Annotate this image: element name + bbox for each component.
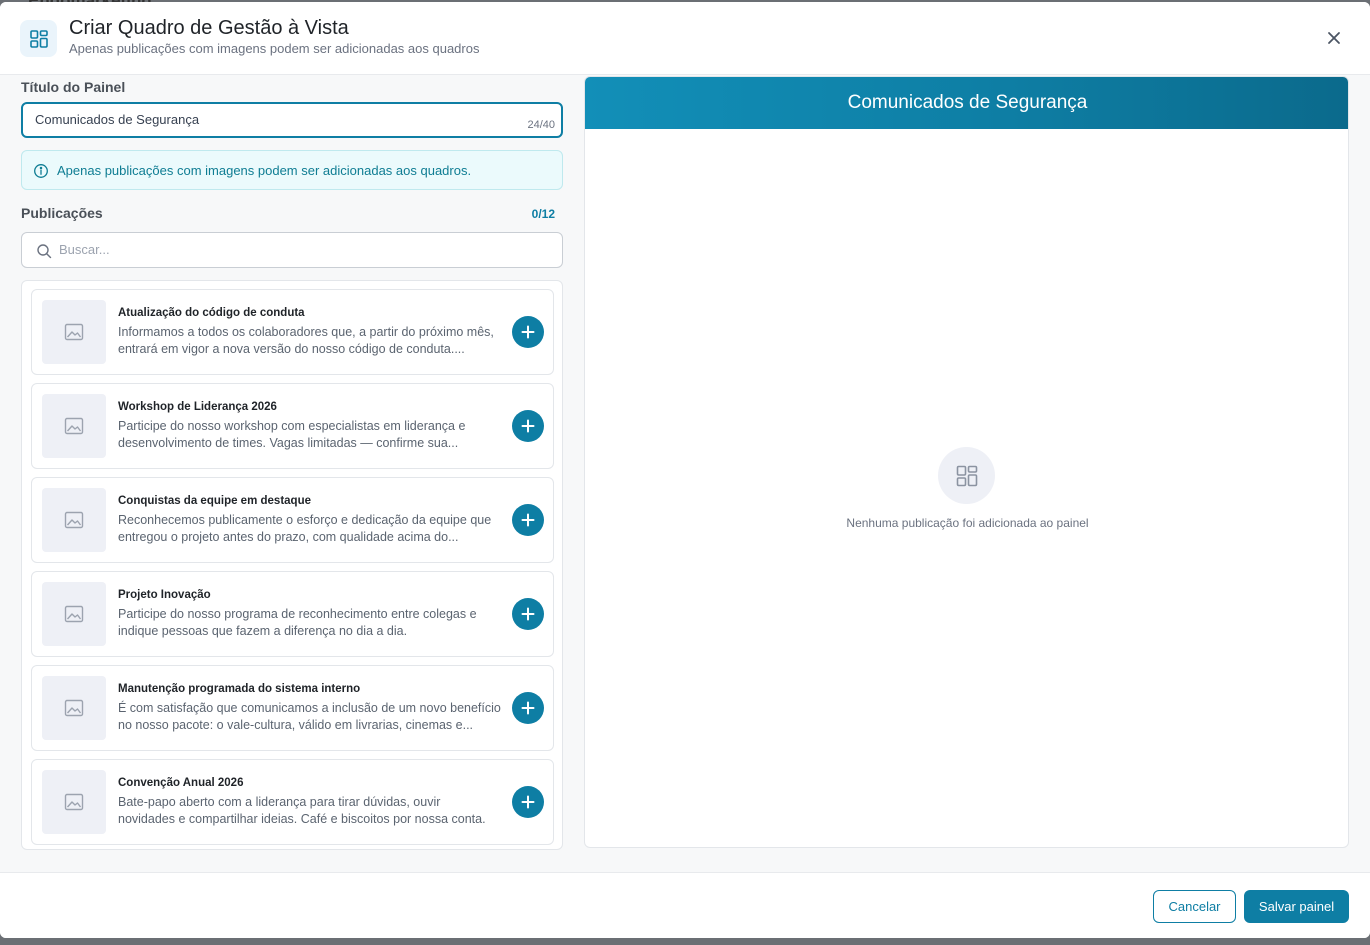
plus-icon [521, 795, 535, 809]
publication-description-line: no nosso pacote: o vale-cultura, válido … [118, 718, 474, 732]
character-counter: 24/40 [527, 119, 555, 131]
publication-card: Conquistas da equipe em destaque Reconhe… [31, 477, 554, 563]
board-title-input[interactable] [35, 112, 505, 127]
empty-state-text: Nenhuma publicação foi adicionada ao pai… [846, 516, 1089, 530]
image-placeholder-icon [42, 300, 106, 364]
plus-icon [521, 325, 535, 339]
add-publication-button[interactable] [512, 316, 544, 348]
publication-title: Projeto Inovação [118, 589, 211, 601]
publication-description: Informamos a todos os colaboradores que,… [118, 324, 508, 358]
publications-label: Publicações [21, 205, 103, 221]
preview-header: Comunicados de Segurança [585, 77, 1348, 129]
close-button[interactable] [1320, 24, 1348, 52]
save-panel-button[interactable]: Salvar painel [1244, 890, 1349, 923]
create-board-modal: Criar Quadro de Gestão à Vista Apenas pu… [0, 2, 1370, 938]
publications-counter: 0/12 [531, 207, 555, 221]
publication-description-line: desenvolvimento de times. Vagas limitada… [118, 436, 459, 450]
publication-title: Manutenção programada do sistema interno [118, 683, 361, 695]
publication-description: É com satisfação que comunicamos a inclu… [118, 700, 508, 734]
publication-description-line: Reconhecemos publicamente o esforço e de… [118, 513, 492, 527]
publication-description-line: entrará em vigor a nova versão do nosso … [118, 342, 465, 356]
publication-description-line: novidades e compartilhar ideias. Café e … [118, 812, 486, 826]
publication-description: Reconhecemos publicamente o esforço e de… [118, 512, 508, 546]
board-title-label: Título do Painel [21, 79, 126, 95]
board-preview: Comunicados de Segurança Nenhuma publica… [584, 76, 1349, 848]
publications-list[interactable]: Atualização do código de conduta Informa… [21, 280, 563, 850]
add-publication-button[interactable] [512, 786, 544, 818]
publication-title: Workshop de Liderança 2026 [118, 401, 277, 413]
publication-card: Projeto Inovação Participe do nosso prog… [31, 571, 554, 657]
add-publication-button[interactable] [512, 410, 544, 442]
publication-description-line: É com satisfação que comunicamos a inclu… [118, 701, 501, 715]
publication-description-line: Participe do nosso workshop com especial… [118, 419, 466, 433]
info-notice-text: Apenas publicações com imagens podem ser… [57, 163, 472, 178]
publication-description: Participe do nosso programa de reconheci… [118, 606, 508, 640]
publication-title: Conquistas da equipe em destaque [118, 495, 311, 507]
publication-description-line: entregou o projeto antes do prazo, com q… [118, 530, 459, 544]
search-field[interactable] [21, 232, 563, 268]
image-placeholder-icon [42, 676, 106, 740]
publication-description: Participe do nosso workshop com especial… [118, 418, 508, 452]
add-publication-button[interactable] [512, 692, 544, 724]
modal-subtitle: Apenas publicações com imagens podem ser… [69, 41, 480, 56]
dashboard-grid-icon [20, 20, 57, 57]
image-placeholder-icon [42, 770, 106, 834]
image-placeholder-icon [42, 488, 106, 552]
plus-icon [521, 513, 535, 527]
publication-description-line: Informamos a todos os colaboradores que,… [118, 325, 494, 339]
info-notice: Apenas publicações com imagens podem ser… [21, 150, 563, 190]
modal-footer: Cancelar Salvar painel [0, 872, 1370, 938]
publication-card: Workshop de Liderança 2026 Participe do … [31, 383, 554, 469]
publication-card: Atualização do código de conduta Informa… [31, 289, 554, 375]
publication-description-line: indique pessoas que fazem a diferença no… [118, 624, 408, 638]
preview-title: Comunicados de Segurança [847, 92, 1088, 113]
publication-title: Convenção Anual 2026 [118, 777, 244, 789]
modal-header: Criar Quadro de Gestão à Vista Apenas pu… [0, 2, 1370, 75]
plus-icon [521, 607, 535, 621]
plus-icon [521, 419, 535, 433]
publication-description-line: Participe do nosso programa de reconheci… [118, 607, 477, 621]
image-placeholder-icon [42, 394, 106, 458]
publication-description-line: Bate-papo aberto com a liderança para ti… [118, 795, 441, 809]
dashboard-grid-icon [938, 447, 995, 504]
plus-icon [521, 701, 535, 715]
publication-description: Bate-papo aberto com a liderança para ti… [118, 794, 508, 828]
modal-title: Criar Quadro de Gestão à Vista [69, 17, 349, 39]
add-publication-button[interactable] [512, 504, 544, 536]
close-icon [1328, 32, 1340, 44]
search-input[interactable] [59, 242, 539, 257]
cancel-button[interactable]: Cancelar [1153, 890, 1236, 923]
info-circle-icon [34, 164, 48, 178]
search-icon [37, 244, 52, 259]
publication-card: Manutenção programada do sistema interno… [31, 665, 554, 751]
publication-card: Convenção Anual 2026 Bate-papo aberto co… [31, 759, 554, 845]
board-title-field[interactable]: 24/40 [21, 102, 563, 138]
publication-title: Atualização do código de conduta [118, 307, 305, 319]
image-placeholder-icon [42, 582, 106, 646]
add-publication-button[interactable] [512, 598, 544, 630]
